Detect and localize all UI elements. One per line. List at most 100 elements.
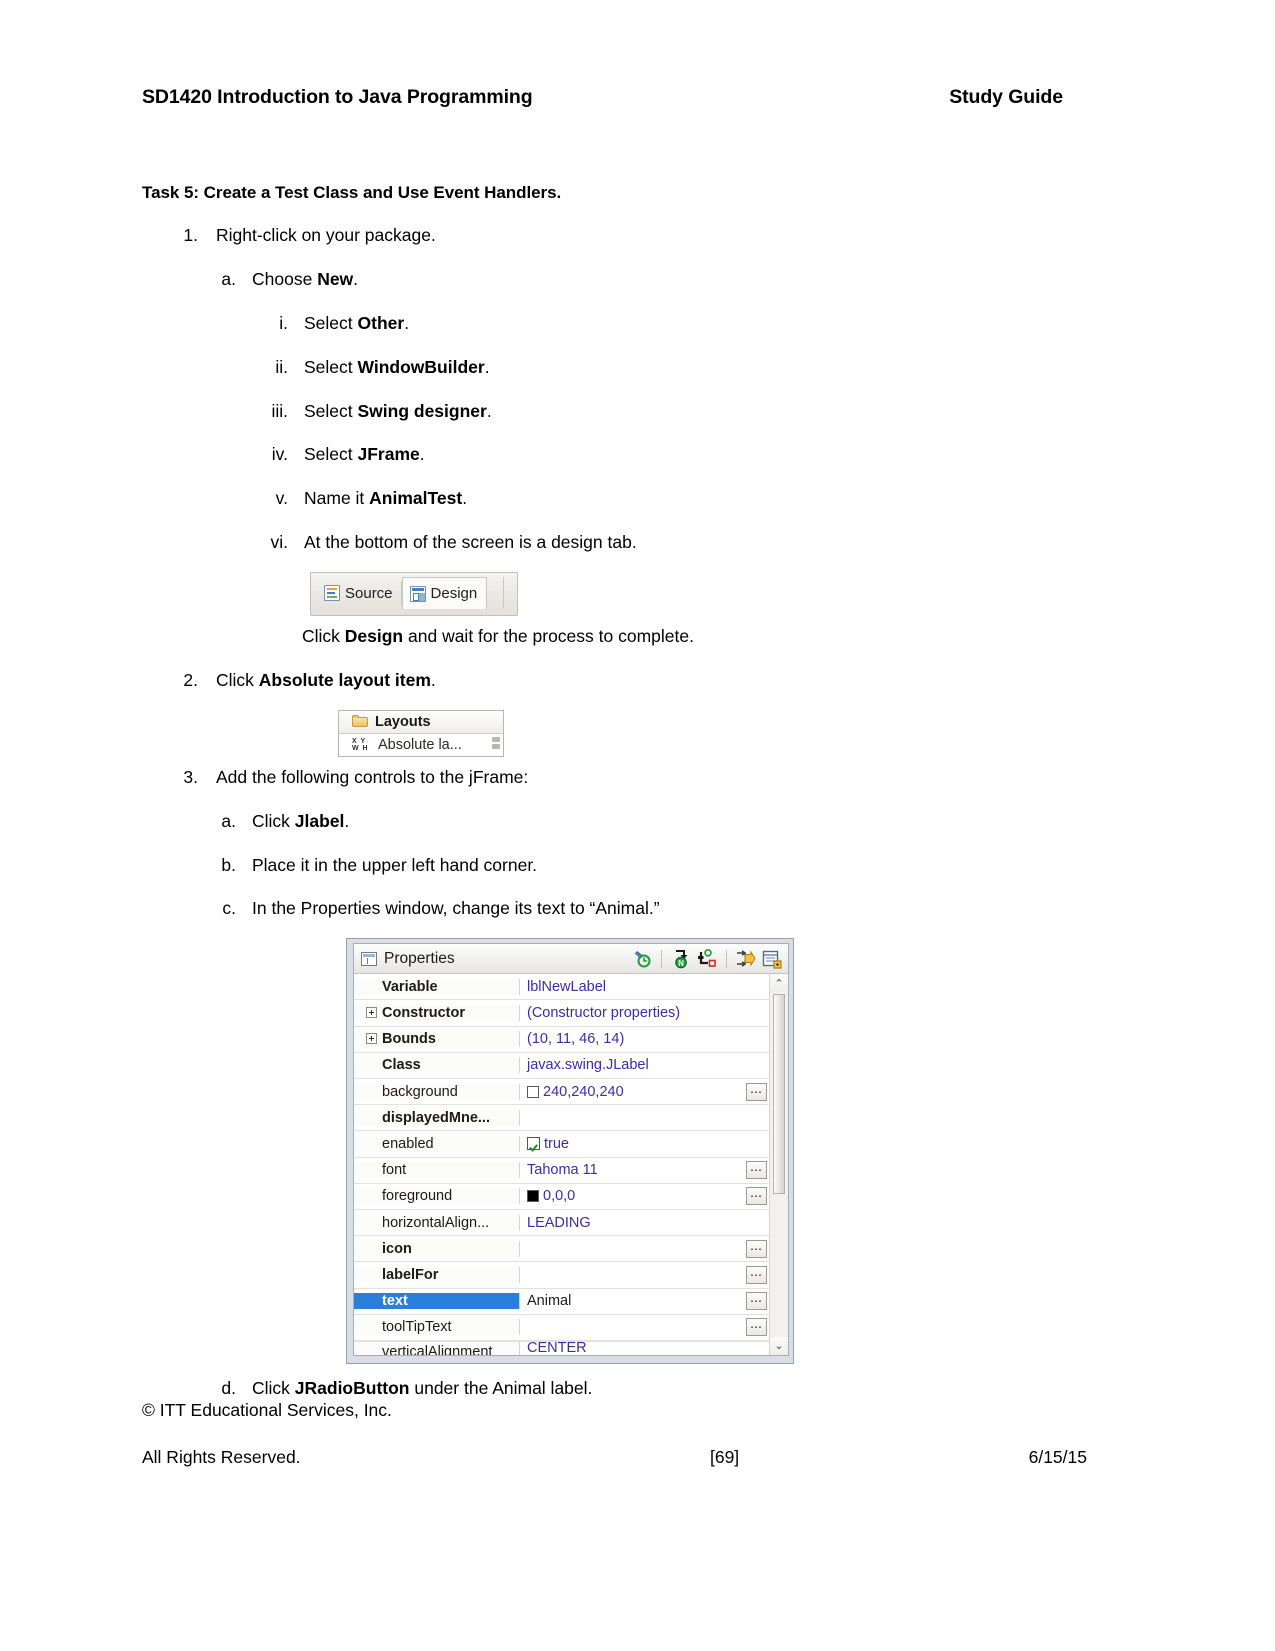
document-body: Task 5: Create a Test Class and Use Even…: [142, 183, 1102, 1422]
properties-scrollbar[interactable]: ⌃ ⌄: [769, 974, 788, 1355]
table-row[interactable]: displayedMne...: [354, 1105, 769, 1132]
list-marker: iv.: [271, 444, 288, 465]
list-item: iv. Select JFrame.: [262, 444, 1102, 466]
show-advanced-properties-icon[interactable]: N: [671, 949, 691, 969]
click-design-instruction: Click Design and wait for the process to…: [302, 626, 1102, 648]
open-editor-button[interactable]: ⋯: [746, 1318, 767, 1337]
table-row[interactable]: Bounds (10, 11, 46, 14): [354, 1027, 769, 1053]
svg-text:N: N: [678, 959, 684, 968]
scrollbar-thumb[interactable]: [773, 994, 785, 1195]
tab-design[interactable]: Design: [401, 577, 488, 609]
document-page: SD1420 Introduction to Java Programming …: [0, 0, 1275, 1651]
list-item-text: Click Jlabel.: [252, 810, 350, 831]
properties-table-icon: [361, 951, 377, 966]
property-value[interactable]: true: [520, 1136, 769, 1152]
list-item: b. Place it in the upper left hand corne…: [214, 855, 1102, 877]
table-row[interactable]: foreground 0,0,0 ⋯: [354, 1184, 769, 1210]
goto-definition-icon[interactable]: [697, 948, 717, 969]
property-name: toolTipText: [354, 1319, 520, 1336]
list-marker: 2.: [183, 669, 198, 690]
property-name: foreground: [354, 1188, 520, 1205]
color-swatch-icon: [527, 1085, 539, 1098]
property-name: verticalAlignment: [354, 1341, 520, 1355]
property-value[interactable]: (Constructor properties): [520, 1005, 769, 1021]
document-header: SD1420 Introduction to Java Programming …: [142, 86, 1067, 109]
list-item: i. Select Other.: [262, 313, 1102, 335]
table-row[interactable]: background 240,240,240 ⋯: [354, 1079, 769, 1106]
list-marker: d.: [221, 1377, 236, 1398]
property-value[interactable]: (10, 11, 46, 14): [520, 1031, 769, 1047]
table-row[interactable]: horizontalAlign... LEADING: [354, 1210, 769, 1237]
list-item: ii. Select WindowBuilder.: [262, 357, 1102, 379]
property-name: Bounds: [354, 1031, 520, 1048]
property-name: Variable: [354, 978, 520, 995]
property-value[interactable]: 240,240,240 ⋯: [520, 1082, 769, 1101]
table-row[interactable]: font Tahoma 11 ⋯: [354, 1158, 769, 1184]
open-editor-button[interactable]: ⋯: [746, 1292, 767, 1311]
list-item-text: Place it in the upper left hand corner.: [252, 854, 538, 875]
figure-properties-window: Properties N Variable lblNewLabel Constr…: [346, 938, 794, 1364]
property-value-editor[interactable]: Animal ⋯: [520, 1292, 769, 1311]
properties-table: Variable lblNewLabel Constructor (Constr…: [354, 974, 769, 1355]
table-row[interactable]: Class javax.swing.JLabel: [354, 1053, 769, 1079]
restore-default-value-icon[interactable]: [632, 949, 652, 969]
list-item: a. Click Jlabel.: [214, 811, 1102, 833]
open-editor-button[interactable]: ⋯: [746, 1265, 767, 1284]
palette-scroll-indicator[interactable]: [492, 736, 500, 751]
tab-source[interactable]: Source: [317, 577, 402, 609]
table-row[interactable]: Variable lblNewLabel: [354, 974, 769, 1001]
footer-date: 6/15/15: [1028, 1447, 1087, 1467]
list-item: vi. At the bottom of the screen is a des…: [262, 532, 1102, 554]
palette-group-layouts[interactable]: Layouts: [339, 710, 503, 734]
show-events-icon[interactable]: [736, 949, 756, 969]
toolbar-separator: [726, 949, 727, 968]
list-marker: ii.: [275, 356, 288, 377]
property-value[interactable]: ⋯: [520, 1265, 769, 1284]
table-row[interactable]: toolTipText ⋯: [354, 1315, 769, 1341]
property-value[interactable]: LEADING: [520, 1215, 769, 1231]
property-value[interactable]: ⋯: [520, 1318, 769, 1337]
list-marker: iii.: [271, 400, 288, 421]
property-value[interactable]: 0,0,0 ⋯: [520, 1187, 769, 1206]
table-row-selected[interactable]: text Animal ⋯: [354, 1289, 769, 1315]
list-item: c. In the Properties window, change its …: [214, 898, 1102, 920]
table-row[interactable]: Constructor (Constructor properties): [354, 1000, 769, 1027]
figure-layouts-palette: Layouts X Y W H Absolute la...: [338, 709, 504, 757]
open-editor-button[interactable]: ⋯: [746, 1161, 767, 1180]
list-item-text: Name it AnimalTest.: [304, 488, 468, 509]
scroll-down-arrow-icon[interactable]: ⌄: [770, 1336, 788, 1355]
list-marker: vi.: [270, 532, 289, 553]
list-marker: a.: [221, 810, 236, 831]
source-file-icon: [324, 585, 340, 601]
expand-plus-icon[interactable]: [366, 1007, 377, 1019]
open-editor-button[interactable]: ⋯: [746, 1082, 767, 1101]
table-row[interactable]: enabled true: [354, 1131, 769, 1158]
open-editor-button[interactable]: ⋯: [746, 1187, 767, 1206]
list-item: a. Choose New.: [214, 269, 1102, 291]
xywh-icon: X Y W H: [352, 737, 372, 752]
property-name: horizontalAlign...: [354, 1214, 520, 1231]
property-name: font: [354, 1162, 520, 1179]
table-row[interactable]: labelFor ⋯: [354, 1262, 769, 1289]
expand-plus-icon[interactable]: [366, 1033, 377, 1045]
property-value[interactable]: javax.swing.JLabel: [520, 1057, 769, 1073]
checkbox-checked-icon[interactable]: [527, 1137, 540, 1151]
property-value[interactable]: ⋯: [520, 1239, 769, 1258]
property-name: icon: [354, 1240, 520, 1257]
open-editor-button[interactable]: ⋯: [746, 1239, 767, 1258]
scroll-up-arrow-icon[interactable]: ⌃: [770, 974, 788, 993]
table-row[interactable]: icon ⋯: [354, 1236, 769, 1263]
list-marker: i.: [279, 312, 288, 333]
property-name: labelFor: [354, 1266, 520, 1283]
palette-item-label: Absolute la...: [378, 736, 462, 753]
list-item: 3. Add the following controls to the jFr…: [174, 767, 1102, 789]
property-value[interactable]: lblNewLabel: [520, 979, 769, 995]
property-name: background: [354, 1083, 520, 1100]
list-item: v. Name it AnimalTest.: [262, 488, 1102, 510]
property-value[interactable]: Tahoma 11 ⋯: [520, 1161, 769, 1180]
list-item-text: Add the following controls to the jFrame…: [216, 766, 529, 787]
expand-all-icon[interactable]: [762, 949, 782, 969]
palette-item-absolute-layout[interactable]: X Y W H Absolute la...: [339, 733, 503, 756]
table-row-clipped[interactable]: verticalAlignment CENTER: [354, 1340, 769, 1355]
property-value[interactable]: CENTER: [520, 1342, 769, 1355]
